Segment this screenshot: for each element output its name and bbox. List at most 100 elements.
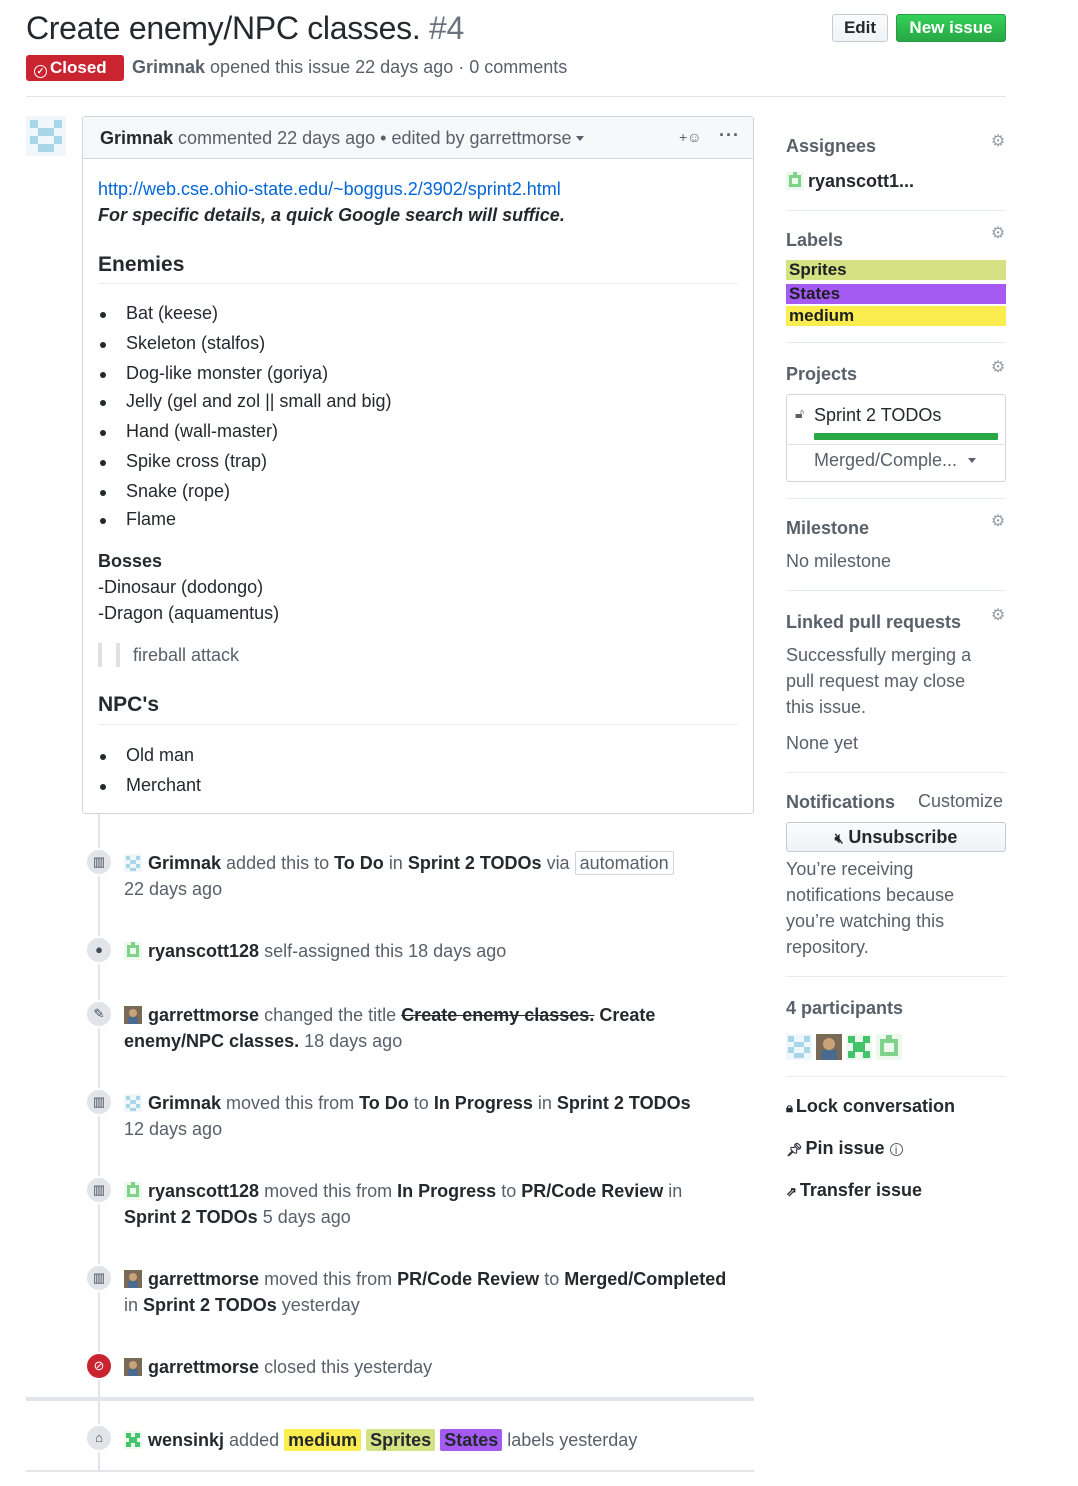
avatar-garrettmorse[interactable] bbox=[124, 1270, 142, 1288]
event-time[interactable]: 12 days ago bbox=[124, 1119, 222, 1139]
label-sprites[interactable]: Sprites bbox=[786, 260, 1006, 280]
avatar-wensinkj[interactable] bbox=[846, 1034, 872, 1060]
project-column-select[interactable]: Merged/Comple... bbox=[814, 450, 977, 471]
spec-link[interactable]: http://web.cse.ohio-state.edu/~boggus.2/… bbox=[98, 179, 561, 200]
event-actor[interactable]: wensinkj bbox=[148, 1430, 224, 1450]
comment-meta-text[interactable]: commented 22 days ago • edited by garret… bbox=[178, 128, 572, 148]
pin-issue-label[interactable]: Pin issue bbox=[806, 1138, 885, 1158]
timeline-separator bbox=[26, 1397, 754, 1401]
event-time[interactable]: 22 days ago bbox=[124, 879, 222, 899]
avatar-grimnak[interactable] bbox=[786, 1034, 812, 1060]
label-states[interactable]: States bbox=[786, 284, 1006, 304]
new-issue-button[interactable]: New issue bbox=[896, 14, 1006, 42]
kebab-icon[interactable]: ··· bbox=[719, 125, 740, 146]
event-project[interactable]: Sprint 2 TODOs bbox=[143, 1295, 277, 1315]
gear-icon[interactable]: ⚙ bbox=[990, 226, 1006, 242]
event-actor[interactable]: ryanscott128 bbox=[148, 941, 259, 961]
event-time[interactable]: 18 days ago bbox=[304, 1031, 402, 1051]
project-column[interactable]: Merged/Comple... bbox=[814, 450, 957, 470]
gear-icon[interactable]: ⚙ bbox=[990, 134, 1006, 150]
transfer-issue[interactable]: ⇗ Transfer issue bbox=[786, 1180, 922, 1201]
avatar-ryanscott128[interactable] bbox=[124, 1182, 142, 1200]
info-icon[interactable]: i bbox=[889, 1143, 903, 1156]
sidebar-divider bbox=[786, 772, 1006, 773]
assignees-heading[interactable]: Assignees bbox=[786, 136, 876, 157]
projects-heading[interactable]: Projects bbox=[786, 364, 857, 385]
issue-comment: Grimnak commented 22 days ago • edited b… bbox=[82, 116, 754, 814]
event-text: in bbox=[668, 1181, 683, 1201]
sidebar-divider bbox=[786, 976, 1006, 977]
notification-reason: You’re receiving bbox=[786, 859, 914, 879]
issue-author[interactable]: Grimnak bbox=[132, 57, 205, 77]
avatar-ryanscott128[interactable] bbox=[786, 172, 804, 190]
assignee-name[interactable]: ryanscott1... bbox=[808, 171, 914, 191]
gear-icon[interactable]: ⚙ bbox=[990, 608, 1006, 624]
avatar-garrettmorse[interactable] bbox=[124, 1006, 142, 1024]
label-states[interactable]: States bbox=[440, 1429, 503, 1451]
event-text: moved this from bbox=[226, 1093, 355, 1113]
event-actor[interactable]: ryanscott128 bbox=[148, 1181, 259, 1201]
customize-link[interactable]: Customize bbox=[918, 788, 1003, 814]
project-icon: ▥ bbox=[85, 1264, 113, 1292]
event-column: To Do bbox=[359, 1093, 409, 1113]
event-project[interactable]: Sprint 2 TODOs bbox=[557, 1093, 691, 1113]
label-medium[interactable]: medium bbox=[786, 306, 1006, 326]
comment-author[interactable]: Grimnak bbox=[100, 128, 173, 148]
smiley-icon[interactable]: +☺ bbox=[679, 129, 701, 145]
lock-conversation-label[interactable]: Lock conversation bbox=[796, 1096, 955, 1116]
avatar-garrettmorse[interactable] bbox=[124, 1358, 142, 1376]
assignee[interactable]: ryanscott1... bbox=[786, 168, 914, 194]
project-name[interactable]: Sprint 2 TODOs bbox=[814, 405, 941, 426]
event-time[interactable]: 5 days ago bbox=[263, 1207, 351, 1227]
list-item: Flame bbox=[99, 509, 177, 529]
notification-reason: you’re watching this bbox=[786, 911, 945, 931]
issue-meta-text: opened this issue 22 days ago · 0 commen… bbox=[210, 57, 568, 77]
avatar-garrettmorse[interactable] bbox=[816, 1034, 842, 1060]
avatar-grimnak[interactable] bbox=[124, 854, 142, 872]
event-text: added this to bbox=[226, 853, 330, 873]
avatar-grimnak[interactable] bbox=[26, 116, 66, 156]
old-title: Create enemy classes. bbox=[401, 1005, 595, 1025]
event-actor[interactable]: Grimnak bbox=[148, 853, 221, 873]
label-sprites[interactable]: Sprites bbox=[366, 1429, 436, 1451]
event-time[interactable]: yesterday bbox=[282, 1295, 360, 1315]
event-project[interactable]: Sprint 2 TODOs bbox=[408, 853, 542, 873]
avatar-ryanscott128[interactable] bbox=[876, 1034, 902, 1060]
avatar-grimnak[interactable] bbox=[124, 1094, 142, 1112]
linked-prs-none: None yet bbox=[786, 733, 859, 753]
linked-prs-text: pull request may close bbox=[786, 671, 966, 691]
event-actor[interactable]: garrettmorse bbox=[148, 1357, 259, 1377]
gear-icon[interactable]: ⚙ bbox=[990, 514, 1006, 530]
timeline-event: wensinkj added medium Sprites States lab… bbox=[124, 1427, 637, 1453]
linked-prs-text: this issue. bbox=[786, 697, 867, 717]
list-item: Merchant bbox=[99, 775, 202, 795]
lock-conversation[interactable]: 🔒︎ Lock conversation bbox=[786, 1096, 955, 1117]
edit-button[interactable]: Edit bbox=[832, 14, 888, 42]
event-actor[interactable]: garrettmorse bbox=[148, 1269, 259, 1289]
event-actor[interactable]: Grimnak bbox=[148, 1093, 221, 1113]
event-column: To Do bbox=[334, 853, 384, 873]
milestone-value: No milestone bbox=[786, 551, 892, 571]
avatar-wensinkj[interactable] bbox=[124, 1431, 142, 1449]
pencil-icon: ✎ bbox=[85, 1000, 113, 1028]
notifications-heading: Notifications bbox=[786, 792, 896, 812]
labels-heading[interactable]: Labels bbox=[786, 230, 843, 251]
transfer-issue-label[interactable]: Transfer issue bbox=[800, 1180, 922, 1200]
unsubscribe-button[interactable]: 🔇︎ Unsubscribe bbox=[786, 822, 1006, 852]
timeline-event: Grimnak moved this from To Do to In Prog… bbox=[124, 1090, 691, 1142]
chevron-down-icon[interactable] bbox=[968, 458, 977, 463]
label-medium[interactable]: medium bbox=[284, 1429, 362, 1451]
linked-prs-heading[interactable]: Linked pull requests bbox=[786, 612, 961, 633]
gear-icon[interactable]: ⚙ bbox=[990, 360, 1006, 376]
event-text: moved this from bbox=[264, 1181, 393, 1201]
automation-badge: automation bbox=[574, 851, 674, 875]
transfer-icon: ⇗ bbox=[786, 1184, 797, 1199]
avatar-ryanscott128[interactable] bbox=[124, 942, 142, 960]
event-project[interactable]: Sprint 2 TODOs bbox=[124, 1207, 258, 1227]
pin-issue[interactable]: 📌︎ Pin issue i bbox=[786, 1138, 903, 1159]
event-column: In Progress bbox=[397, 1181, 497, 1201]
event-actor[interactable]: garrettmorse bbox=[148, 1005, 259, 1025]
new-title: enemy/NPC classes. bbox=[124, 1031, 300, 1051]
chevron-down-icon[interactable] bbox=[575, 136, 584, 141]
milestone-heading[interactable]: Milestone bbox=[786, 518, 869, 539]
